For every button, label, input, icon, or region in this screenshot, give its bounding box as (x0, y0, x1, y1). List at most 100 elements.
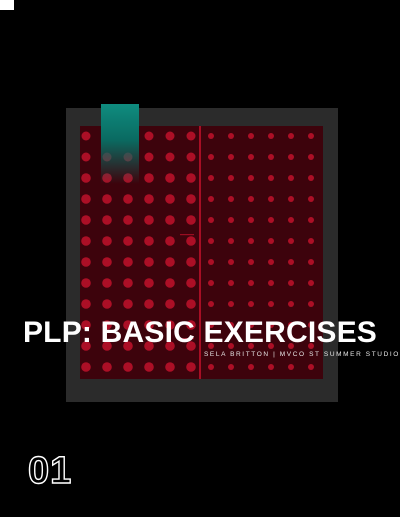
dot (102, 257, 112, 267)
dot (308, 280, 314, 286)
dot (208, 196, 214, 202)
dot (268, 217, 274, 223)
dot (308, 196, 314, 202)
dot (165, 194, 175, 204)
dot (268, 196, 274, 202)
dot (165, 278, 175, 288)
dot (165, 215, 175, 225)
dot (186, 236, 196, 246)
dot (268, 364, 274, 370)
dot (248, 259, 254, 265)
dot (144, 215, 154, 225)
dot (288, 259, 294, 265)
dot (208, 280, 214, 286)
dot (123, 215, 133, 225)
dot (123, 236, 133, 246)
page-number: 01 (27, 450, 73, 492)
dot (186, 299, 196, 309)
dot (288, 301, 294, 307)
dot (308, 154, 314, 160)
dot (165, 131, 175, 141)
dot (81, 152, 91, 162)
dot (248, 175, 254, 181)
dot (208, 133, 214, 139)
dot (186, 131, 196, 141)
dot (102, 278, 112, 288)
dot (288, 238, 294, 244)
dot (268, 154, 274, 160)
dot (208, 175, 214, 181)
dot (102, 362, 112, 372)
dot (186, 152, 196, 162)
dot (308, 238, 314, 244)
dot (186, 278, 196, 288)
dot (144, 131, 154, 141)
dot (81, 278, 91, 288)
dot (308, 217, 314, 223)
dot (144, 299, 154, 309)
dot (208, 301, 214, 307)
tick-mark (180, 234, 194, 236)
dot (248, 364, 254, 370)
dot (102, 236, 112, 246)
dot (288, 154, 294, 160)
dot (81, 215, 91, 225)
accent-tab (101, 104, 139, 184)
dot (228, 154, 234, 160)
dot (248, 196, 254, 202)
dot (123, 278, 133, 288)
dot (228, 301, 234, 307)
dot (228, 238, 234, 244)
dot (308, 175, 314, 181)
cover-page: PLP: BASIC EXERCISES SELA BRITTON | MVCO… (0, 0, 400, 517)
dot (144, 152, 154, 162)
dot (248, 217, 254, 223)
dot (186, 362, 196, 372)
dot (288, 175, 294, 181)
dot (123, 257, 133, 267)
dot (81, 173, 91, 183)
dot (268, 175, 274, 181)
dot (248, 238, 254, 244)
dot (165, 236, 175, 246)
dot (228, 259, 234, 265)
dot (208, 238, 214, 244)
dot (208, 259, 214, 265)
dot (268, 238, 274, 244)
dot (228, 175, 234, 181)
dot (308, 301, 314, 307)
dot (228, 364, 234, 370)
dot (144, 278, 154, 288)
dot (123, 194, 133, 204)
dot (81, 362, 91, 372)
dot (165, 173, 175, 183)
dot (144, 257, 154, 267)
dot (81, 257, 91, 267)
dot (123, 362, 133, 372)
dot (308, 133, 314, 139)
dot (288, 364, 294, 370)
dot (208, 217, 214, 223)
dot (102, 194, 112, 204)
dot (228, 280, 234, 286)
dot (248, 301, 254, 307)
dot (228, 196, 234, 202)
dot (165, 152, 175, 162)
dot (308, 364, 314, 370)
dot (228, 133, 234, 139)
dot (186, 257, 196, 267)
dot (123, 299, 133, 309)
dot (144, 362, 154, 372)
dot (248, 280, 254, 286)
dot (186, 173, 196, 183)
dot (144, 173, 154, 183)
dot (81, 299, 91, 309)
dot (228, 217, 234, 223)
dot (308, 259, 314, 265)
dot (144, 236, 154, 246)
dot (102, 215, 112, 225)
dot (268, 133, 274, 139)
dot (288, 196, 294, 202)
dot (144, 194, 154, 204)
dot (268, 259, 274, 265)
